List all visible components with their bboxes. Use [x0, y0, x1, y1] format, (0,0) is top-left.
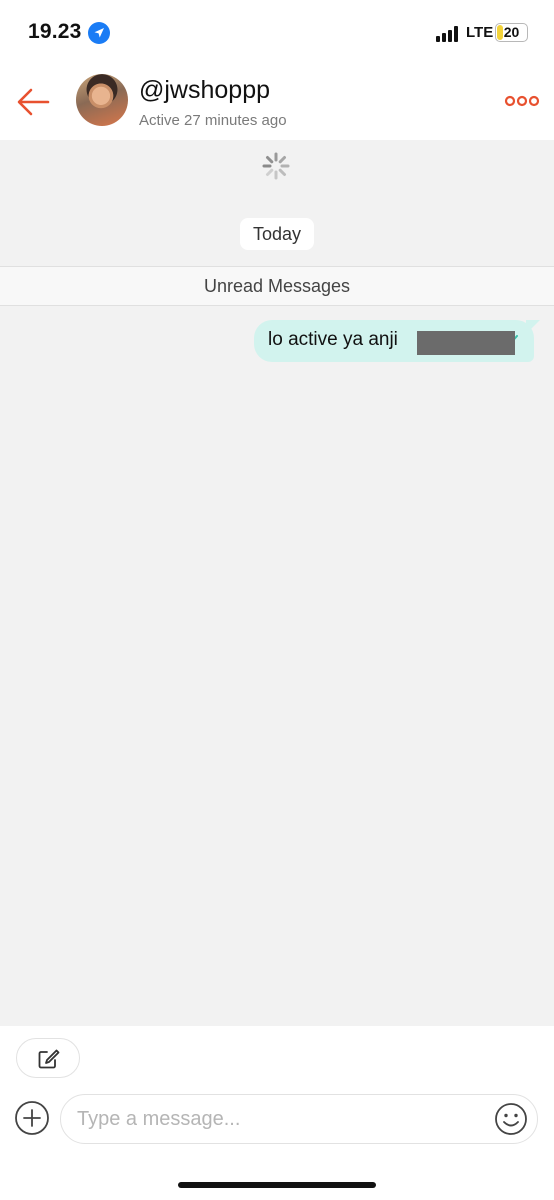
back-arrow-icon[interactable]	[14, 84, 52, 120]
contact-avatar[interactable]	[76, 74, 128, 126]
more-options-icon[interactable]	[504, 92, 540, 110]
redaction-block	[417, 331, 515, 355]
compose-tool-button[interactable]	[16, 1038, 80, 1078]
location-arrow-icon	[88, 22, 110, 44]
message-composer	[0, 1026, 554, 1200]
bubble-tail	[526, 320, 540, 334]
network-label: LTE	[466, 24, 494, 41]
battery-level: 20	[503, 24, 520, 40]
status-time: 19.23	[28, 20, 82, 43]
chat-header: @jwshoppp Active 27 minutes ago	[0, 66, 554, 140]
contact-username[interactable]: @jwshoppp	[139, 76, 270, 105]
unread-messages-divider: Unread Messages	[0, 266, 554, 306]
emoji-smiley-icon[interactable]	[494, 1102, 528, 1136]
outgoing-message-bubble[interactable]: lo active ya anji	[254, 320, 540, 362]
edit-note-icon	[38, 1049, 60, 1069]
battery-indicator: 20	[495, 23, 528, 42]
home-indicator	[178, 1182, 376, 1188]
date-separator: Today	[240, 218, 314, 250]
loading-spinner-icon	[262, 152, 290, 180]
conversation-area[interactable]: Today Unread Messages lo active ya anji	[0, 140, 554, 1026]
status-bar: 19.23 LTE 20	[0, 0, 554, 66]
contact-active-status: Active 27 minutes ago	[139, 112, 287, 129]
plus-circle-icon[interactable]	[14, 1100, 50, 1136]
message-text: lo active ya anji	[268, 329, 398, 350]
message-input[interactable]	[60, 1094, 538, 1144]
cellular-signal-icon	[436, 26, 458, 42]
